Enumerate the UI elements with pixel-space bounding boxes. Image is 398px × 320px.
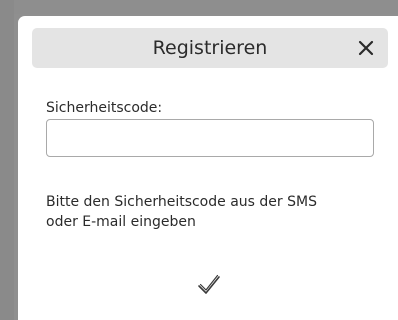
security-code-input[interactable] [46,119,374,157]
backdrop-left-edge [0,0,14,320]
hint-text: Bitte den Sicherheitscode aus der SMS od… [46,192,366,232]
close-icon [358,40,374,56]
security-code-label: Sicherheitscode: [46,100,163,116]
hint-line-2: oder E-mail eingeben [46,214,196,230]
dialog-header: Registrieren [32,28,388,68]
dialog-title: Registrieren [152,37,268,59]
backdrop [0,0,398,14]
hint-line-1: Bitte den Sicherheitscode aus der SMS [46,194,317,210]
checkmark-icon [198,274,220,294]
close-button[interactable] [352,34,380,62]
confirm-button[interactable] [194,272,224,298]
register-dialog: Registrieren Sicherheitscode: Bitte den … [18,16,398,320]
